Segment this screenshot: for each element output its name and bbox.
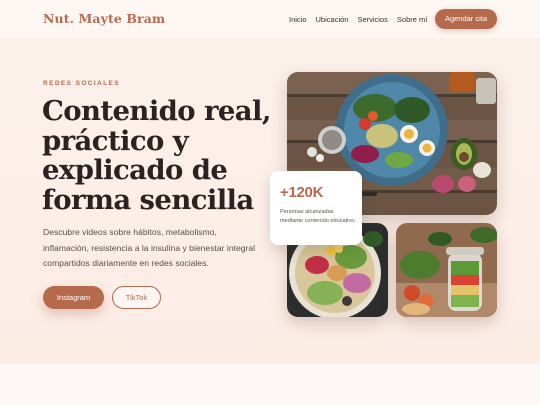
instagram-button[interactable]: Instagram (43, 286, 104, 309)
hero-title: Contenido real, práctico y explicado de … (42, 95, 271, 216)
nav-servicios[interactable]: Servicios (357, 15, 387, 24)
site-header: Nut. Mayte Bram Inicio Ubicación Servici… (0, 0, 540, 38)
section-eyebrow: REDES SOCIALES (43, 80, 121, 87)
next-section (0, 364, 540, 405)
main-nav: Inicio Ubicación Servicios Sobre mí (289, 15, 427, 24)
nav-inicio[interactable]: Inicio (289, 15, 307, 24)
hero-description: Descubre videos sobre hábitos, metabolis… (43, 227, 256, 268)
nav-sobre-mi[interactable]: Sobre mí (397, 15, 427, 24)
reach-stat-label: Personas alcanzadas mediante contenido e… (280, 209, 356, 224)
reach-stat-card: +120K Personas alcanzadas mediante conte… (270, 171, 362, 245)
logo[interactable]: Nut. Mayte Bram (43, 11, 165, 26)
schedule-appointment-button[interactable]: Agendar cita (435, 9, 497, 29)
tiktok-button[interactable]: TikTok (112, 286, 161, 309)
nav-ubicacion[interactable]: Ubicación (316, 15, 349, 24)
salad-jar-photo (396, 223, 497, 317)
reach-stat-value: +120K (280, 184, 324, 201)
